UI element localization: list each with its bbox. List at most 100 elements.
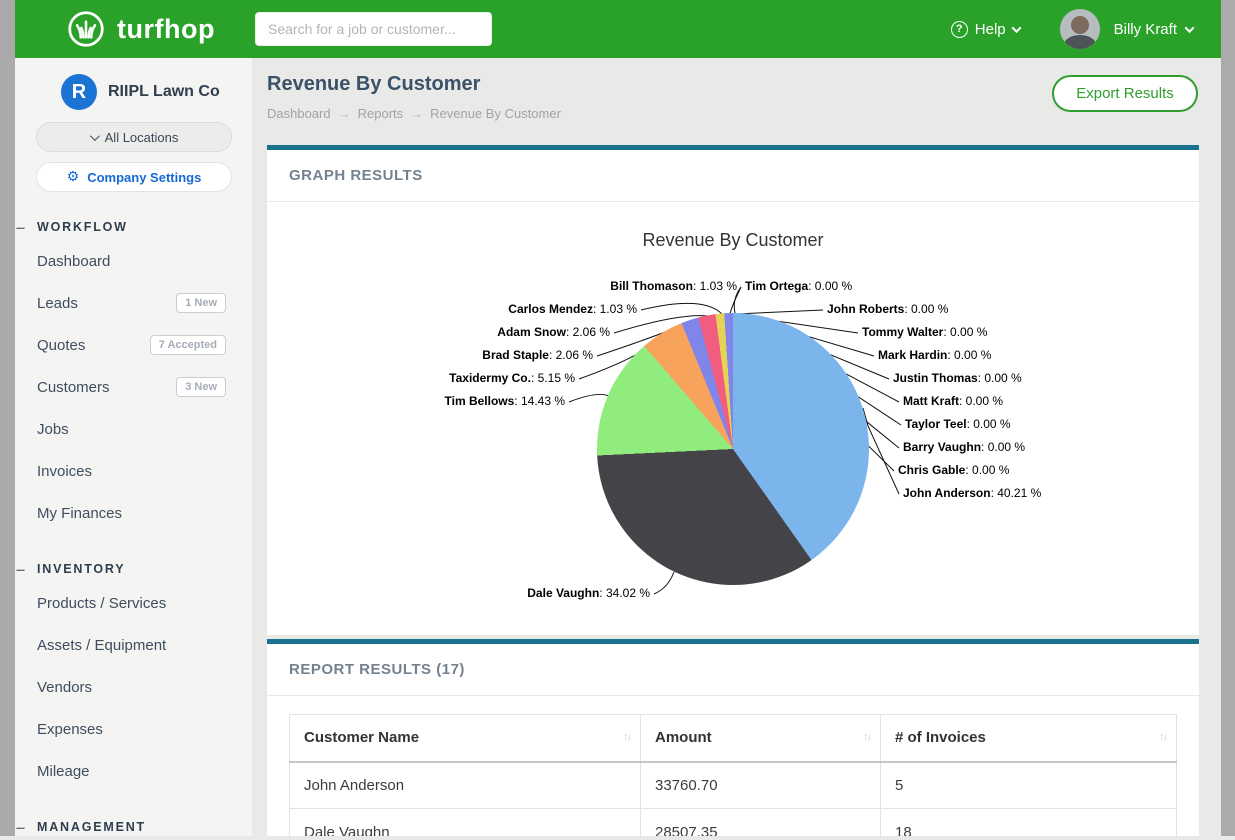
sidebar-item-expenses[interactable]: Expenses bbox=[15, 708, 252, 750]
sort-icon[interactable]: ↑↓ bbox=[863, 731, 870, 743]
export-results-button[interactable]: Export Results bbox=[1052, 75, 1198, 112]
pie-slice-label: Barry Vaughn: 0.00 % bbox=[903, 440, 1025, 454]
sidebar-item-label: Assets / Equipment bbox=[37, 637, 166, 654]
table-cell: 18 bbox=[881, 809, 1177, 837]
column-header--of-invoices[interactable]: # of Invoices↑↓ bbox=[881, 715, 1177, 762]
table-cell: John Anderson bbox=[290, 762, 641, 809]
sidebar-section: ---INVENTORYProducts / ServicesAssets / … bbox=[15, 556, 252, 792]
pie-slice-label: Tim Bellows: 14.43 % bbox=[445, 394, 566, 408]
avatar-body bbox=[1064, 35, 1096, 49]
sidebar-item-mileage[interactable]: Mileage bbox=[15, 750, 252, 792]
sort-icon[interactable]: ↑↓ bbox=[623, 731, 630, 743]
pie-slice-label: John Anderson: 40.21 % bbox=[903, 486, 1041, 500]
column-header-customer-name[interactable]: Customer Name↑↓ bbox=[290, 715, 641, 762]
sidebar-item-label: Expenses bbox=[37, 721, 103, 738]
table-cell: 33760.70 bbox=[641, 762, 881, 809]
help-icon: ? bbox=[951, 21, 968, 38]
sort-icon[interactable]: ↑↓ bbox=[1159, 731, 1166, 743]
sidebar-item-label: Products / Services bbox=[37, 595, 166, 612]
breadcrumb-item[interactable]: Reports bbox=[358, 106, 404, 121]
search-input[interactable] bbox=[255, 12, 492, 46]
company-logo: R bbox=[61, 74, 97, 110]
report-table-wrap: Customer Name↑↓Amount↑↓# of Invoices↑↓ J… bbox=[267, 696, 1199, 836]
pie-slice-label: Dale Vaughn: 34.02 % bbox=[527, 586, 650, 600]
sidebar-item-label: Jobs bbox=[37, 421, 69, 438]
pie-slice-label: Carlos Mendez: 1.03 % bbox=[508, 302, 637, 316]
pie-slice-label: Chris Gable: 0.00 % bbox=[898, 463, 1009, 477]
pie-slice-label: Matt Kraft: 0.00 % bbox=[903, 394, 1003, 408]
sidebar-item-label: Dashboard bbox=[37, 253, 110, 270]
brand-name: turfhop bbox=[117, 14, 215, 45]
right-scrollbar[interactable] bbox=[1221, 0, 1235, 836]
section-dash-icon: --- bbox=[16, 222, 24, 234]
help-menu[interactable]: ? Help bbox=[951, 21, 1020, 38]
sidebar-section-title: ---WORKFLOW bbox=[15, 214, 252, 240]
user-menu[interactable]: Billy Kraft bbox=[1114, 21, 1193, 38]
sidebar-item-jobs[interactable]: Jobs bbox=[15, 408, 252, 450]
table-row[interactable]: Dale Vaughn28507.3518 bbox=[290, 809, 1177, 837]
sidebar-item-quotes[interactable]: Quotes 7 Accepted bbox=[15, 324, 252, 366]
breadcrumb-item[interactable]: Dashboard bbox=[267, 106, 331, 121]
pie-slice-label: Mark Hardin: 0.00 % bbox=[878, 348, 991, 362]
turfhop-grass-icon bbox=[65, 8, 107, 50]
sidebar-section-title: ---MANAGEMENT bbox=[15, 814, 252, 840]
report-results-title: REPORT RESULTS (17) bbox=[267, 644, 1199, 696]
sidebar-item-label: My Finances bbox=[37, 505, 122, 522]
section-dash-icon: --- bbox=[16, 822, 24, 834]
sidebar-item-label: Vendors bbox=[37, 679, 92, 696]
sidebar-item-my-finances[interactable]: My Finances bbox=[15, 492, 252, 534]
help-label: Help bbox=[975, 21, 1006, 38]
table-cell: Dale Vaughn bbox=[290, 809, 641, 837]
sidebar: R RIIPL Lawn Co All Locations ⚙ Company … bbox=[15, 58, 252, 836]
left-scrollbar[interactable] bbox=[0, 0, 15, 836]
pie-slice-label: Taxidermy Co.: 5.15 % bbox=[449, 371, 575, 385]
table-cell: 28507.35 bbox=[641, 809, 881, 837]
pie-slice-label: Tim Ortega: 0.00 % bbox=[745, 279, 852, 293]
sidebar-item-label: Invoices bbox=[37, 463, 92, 480]
sidebar-item-vendors[interactable]: Vendors bbox=[15, 666, 252, 708]
column-header-amount[interactable]: Amount↑↓ bbox=[641, 715, 881, 762]
sidebar-item-invoices[interactable]: Invoices bbox=[15, 450, 252, 492]
sidebar-item-dashboard[interactable]: Dashboard bbox=[15, 240, 252, 282]
chart-title: Revenue By Customer bbox=[267, 230, 1199, 251]
all-locations-label: All Locations bbox=[105, 130, 179, 145]
company-name: RIIPL Lawn Co bbox=[108, 83, 220, 101]
sidebar-item-label: Customers bbox=[37, 379, 110, 396]
pie-slice-label: Bill Thomason: 1.03 % bbox=[610, 279, 737, 293]
sidebar-item-products-services[interactable]: Products / Services bbox=[15, 582, 252, 624]
pie[interactable] bbox=[597, 313, 869, 585]
user-name: Billy Kraft bbox=[1114, 21, 1177, 38]
pie-slice-label: Tommy Walter: 0.00 % bbox=[862, 325, 987, 339]
breadcrumb-separator-icon: → bbox=[338, 106, 351, 121]
chevron-down-icon bbox=[1185, 23, 1195, 33]
section-dash-icon: --- bbox=[16, 564, 24, 576]
sidebar-section: ---MANAGEMENT bbox=[15, 814, 252, 840]
table-row[interactable]: John Anderson33760.705 bbox=[290, 762, 1177, 809]
status-badge: 7 Accepted bbox=[150, 335, 226, 355]
status-badge: 1 New bbox=[176, 293, 226, 313]
sidebar-item-label: Leads bbox=[37, 295, 78, 312]
avatar[interactable] bbox=[1060, 9, 1100, 49]
sidebar-item-assets-equipment[interactable]: Assets / Equipment bbox=[15, 624, 252, 666]
sidebar-item-leads[interactable]: Leads 1 New bbox=[15, 282, 252, 324]
company-settings-button[interactable]: ⚙ Company Settings bbox=[36, 162, 232, 192]
sidebar-nav: ---WORKFLOW Dashboard Leads 1 New Quotes 7 Ac… bbox=[15, 214, 252, 840]
brand-logo[interactable]: turfhop bbox=[65, 8, 215, 50]
page-header: Revenue By Customer Dashboard→Reports→Re… bbox=[267, 58, 1199, 145]
sidebar-section: ---WORKFLOW Dashboard Leads 1 New Quotes 7 Ac… bbox=[15, 214, 252, 534]
sidebar-item-label: Quotes bbox=[37, 337, 85, 354]
table-cell: 5 bbox=[881, 762, 1177, 809]
pie-slice-label: John Roberts: 0.00 % bbox=[827, 302, 948, 316]
chevron-down-icon bbox=[90, 131, 100, 141]
sidebar-item-customers[interactable]: Customers 3 New bbox=[15, 366, 252, 408]
pie-chart: Revenue By Customer Bill Thomason: 1.03 … bbox=[267, 202, 1199, 635]
all-locations-dropdown[interactable]: All Locations bbox=[36, 122, 232, 152]
pie-slice-label: Brad Staple: 2.06 % bbox=[482, 348, 593, 362]
breadcrumb-item[interactable]: Revenue By Customer bbox=[430, 106, 561, 121]
status-badge: 3 New bbox=[176, 377, 226, 397]
graph-results-title: GRAPH RESULTS bbox=[267, 150, 1199, 202]
pie-slice-label: Taylor Teel: 0.00 % bbox=[905, 417, 1011, 431]
pie-slice-label: Adam Snow: 2.06 % bbox=[497, 325, 610, 339]
company-row: R RIIPL Lawn Co bbox=[15, 58, 252, 122]
main-content: Revenue By Customer Dashboard→Reports→Re… bbox=[252, 58, 1221, 836]
